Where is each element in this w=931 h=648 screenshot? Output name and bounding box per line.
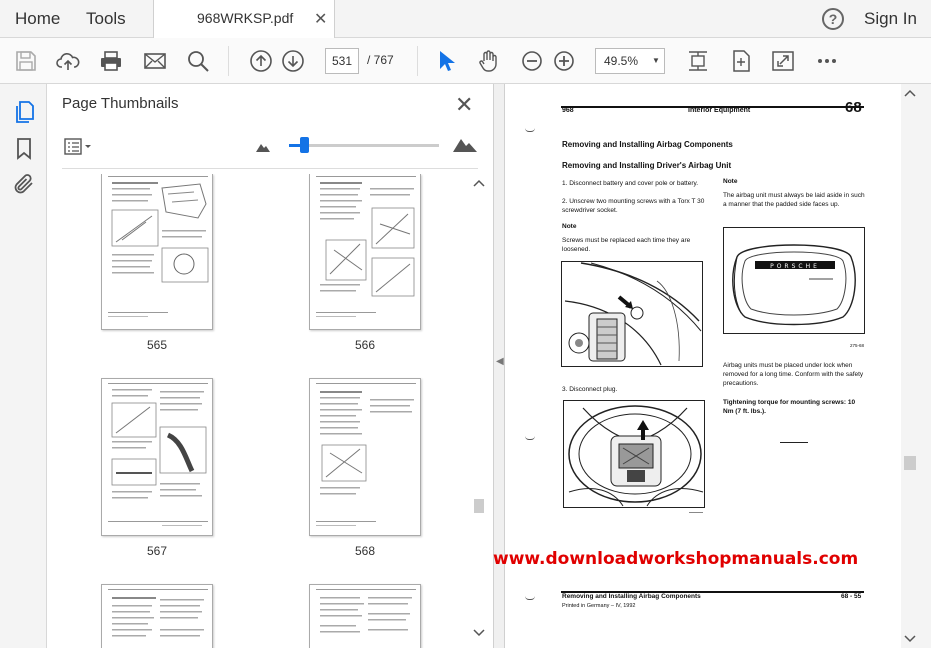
document-tab-title: 968WRKSP.pdf	[197, 10, 294, 26]
slider-handle[interactable]	[300, 137, 309, 153]
chevron-up-icon[interactable]	[903, 88, 917, 98]
punch-mark	[525, 436, 535, 440]
select-cursor-icon[interactable]	[434, 49, 458, 73]
close-tab-icon[interactable]: ✕	[314, 9, 327, 29]
footer-printed: Printed in Germany – IV, 1992	[562, 603, 636, 609]
thumbnail-page-number: 565	[146, 338, 168, 352]
step-3: 3. Disconnect plug.	[562, 386, 618, 393]
search-icon[interactable]	[186, 49, 210, 73]
panel-scrollbar[interactable]	[472, 174, 486, 644]
large-thumbnail-icon[interactable]	[453, 136, 477, 152]
thumbnails-panel: Page Thumbnails ✕ 565 566 567 568	[47, 84, 493, 648]
attachment-icon[interactable]	[12, 172, 36, 196]
bookmark-icon[interactable]	[12, 136, 36, 160]
zoom-select[interactable]: 49.5% ▼	[595, 48, 665, 74]
toolbar-divider	[417, 46, 418, 76]
thumbnail-page-number: 568	[354, 544, 376, 558]
thumbnail-options-icon[interactable]	[64, 138, 94, 156]
chevron-up-icon[interactable]	[472, 178, 486, 188]
airbag-plug-figure	[563, 400, 705, 508]
separator-rule	[780, 442, 808, 443]
sign-in-button[interactable]: Sign In	[864, 9, 917, 29]
thumbnail-page-number: 567	[146, 544, 168, 558]
top-menu-bar: Home Tools 968WRKSP.pdf ✕ ? Sign In	[0, 0, 931, 38]
main-toolbar: 531 / 767 49.5% ▼	[0, 38, 931, 84]
thumbnail-page-number: 566	[354, 338, 376, 352]
punch-mark	[525, 128, 535, 132]
section-title: Removing and Installing Airbag Component…	[562, 140, 733, 149]
document-scrollbar[interactable]	[901, 84, 931, 648]
rotate-page-icon[interactable]	[729, 49, 753, 73]
page-thumbnail[interactable]	[309, 174, 421, 330]
zoom-out-icon[interactable]	[520, 49, 544, 73]
page-thumbnail[interactable]	[101, 174, 213, 330]
step-1: 1. Disconnect battery and cover pole or …	[562, 180, 699, 187]
close-panel-icon[interactable]: ✕	[455, 92, 473, 118]
right-note-text: The airbag unit must always be laid asid…	[723, 192, 865, 208]
figure-caption-mark	[689, 512, 703, 513]
torque-text: Tightening torque for mounting screws: 1…	[723, 399, 856, 415]
previous-page-icon[interactable]	[249, 49, 273, 73]
menu-home[interactable]: Home	[15, 9, 60, 29]
collapse-panel-icon[interactable]: ◀	[496, 356, 504, 367]
airbag-unit-figure: PORSCHE	[723, 227, 865, 334]
email-icon[interactable]	[143, 49, 167, 73]
punch-mark	[525, 596, 535, 600]
step-2: 2. Unscrew two mounting screws with a To…	[562, 198, 705, 214]
subsection-title: Removing and Installing Driver's Airbag …	[562, 161, 732, 170]
small-thumbnail-icon[interactable]	[256, 142, 270, 152]
zoom-value: 49.5%	[604, 54, 639, 68]
panel-divider	[62, 168, 478, 169]
steering-wheel-screws-figure	[561, 261, 703, 367]
page-total: / 767	[367, 53, 394, 67]
chevron-down-icon[interactable]	[903, 634, 917, 644]
thumbnail-size-slider[interactable]	[289, 144, 439, 147]
page-header-center: Interior Equipment	[688, 107, 751, 114]
zoom-in-icon[interactable]	[552, 49, 576, 73]
panel-title: Page Thumbnails	[62, 95, 179, 112]
note-label: Note	[562, 223, 577, 230]
watermark-text: www.downloadworkshopmanuals.com	[493, 549, 859, 569]
fit-page-icon[interactable]	[686, 49, 710, 73]
figure-code: 275-68	[850, 343, 865, 348]
thumbnail-grid: 565 566 567 568	[47, 174, 487, 648]
print-icon[interactable]	[99, 49, 123, 73]
left-rail	[0, 84, 47, 648]
storage-text: Airbag units must be placed under lock w…	[723, 362, 864, 387]
page-thumbnail[interactable]	[101, 378, 213, 536]
svg-text:PORSCHE: PORSCHE	[770, 263, 820, 270]
more-options-icon[interactable]	[815, 49, 839, 73]
footer-right: 68 - 55	[841, 593, 862, 600]
menu-tools[interactable]: Tools	[86, 9, 126, 29]
next-page-icon[interactable]	[281, 49, 305, 73]
full-screen-icon[interactable]	[771, 49, 795, 73]
page-header-right: 68	[845, 99, 862, 116]
page-thumbnail[interactable]	[309, 378, 421, 536]
help-icon[interactable]: ?	[822, 8, 844, 30]
chevron-down-icon: ▼	[652, 56, 660, 65]
cloud-upload-icon[interactable]	[56, 49, 80, 73]
right-note-label: Note	[723, 178, 738, 185]
footer-left: Removing and Installing Airbag Component…	[562, 593, 701, 600]
chevron-down-icon[interactable]	[472, 628, 486, 638]
page-thumbnail[interactable]	[101, 584, 213, 648]
document-scrollbar-thumb[interactable]	[904, 456, 916, 470]
page-thumbnail[interactable]	[309, 584, 421, 648]
note-text: Screws must be replaced each time they a…	[562, 237, 691, 253]
document-tab[interactable]: 968WRKSP.pdf ✕	[153, 0, 335, 38]
page-number-input[interactable]: 531	[325, 48, 359, 74]
page-thumbnails-icon[interactable]	[12, 100, 36, 124]
panel-scrollbar-thumb[interactable]	[474, 499, 484, 513]
toolbar-divider	[228, 46, 229, 76]
hand-tool-icon[interactable]	[476, 49, 500, 73]
save-icon[interactable]	[14, 49, 38, 73]
page-header-left: 968	[562, 107, 574, 114]
